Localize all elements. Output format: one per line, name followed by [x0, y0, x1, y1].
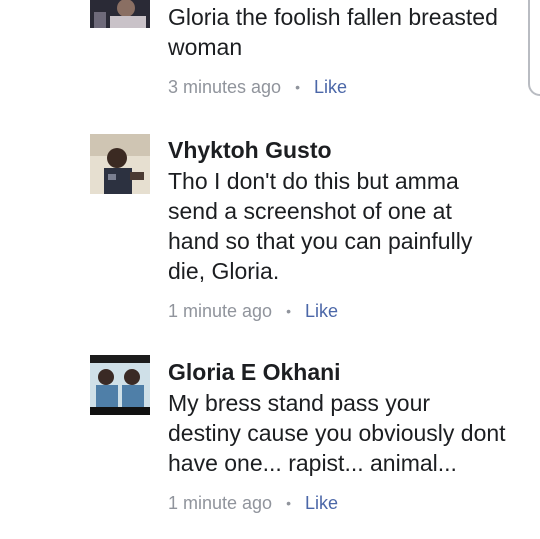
like-button[interactable]: Like [305, 492, 338, 514]
comment-text: My bress stand pass your destiny cause y… [168, 390, 506, 476]
comment-timestamp[interactable]: 3 minutes ago [168, 76, 281, 98]
separator-dot: • [286, 495, 291, 511]
comment-meta: 1 minute ago • Like [168, 300, 530, 322]
comment-feed: Gloria the foolish fallen breasted woman… [0, 0, 540, 539]
avatar[interactable] [90, 134, 150, 194]
comment-body: Vhyktoh Gusto Tho I don't do this but am… [168, 136, 530, 322]
avatar-photo [90, 0, 150, 28]
comment-timestamp[interactable]: 1 minute ago [168, 300, 272, 322]
comment-body: Gloria the foolish fallen breasted woman… [168, 2, 530, 98]
separator-dot: • [286, 303, 291, 319]
separator-dot: • [295, 79, 300, 95]
avatar-photo [90, 134, 150, 194]
like-button[interactable]: Like [305, 300, 338, 322]
comment-timestamp[interactable]: 1 minute ago [168, 492, 272, 514]
comment-text: Tho I don't do this but amma send a scre… [168, 168, 473, 284]
comment-author[interactable]: Gloria E Okhani [168, 358, 530, 386]
like-button[interactable]: Like [314, 76, 347, 98]
comment-author[interactable]: Vhyktoh Gusto [168, 136, 530, 164]
avatar[interactable] [90, 0, 150, 28]
avatar[interactable] [90, 355, 150, 415]
comment-meta: 1 minute ago • Like [168, 492, 530, 514]
comment-text: Gloria the foolish fallen breasted woman [168, 4, 498, 60]
comment-meta: 3 minutes ago • Like [168, 76, 530, 98]
comment-body: Gloria E Okhani My bress stand pass your… [168, 358, 530, 514]
avatar-photo [90, 355, 150, 415]
